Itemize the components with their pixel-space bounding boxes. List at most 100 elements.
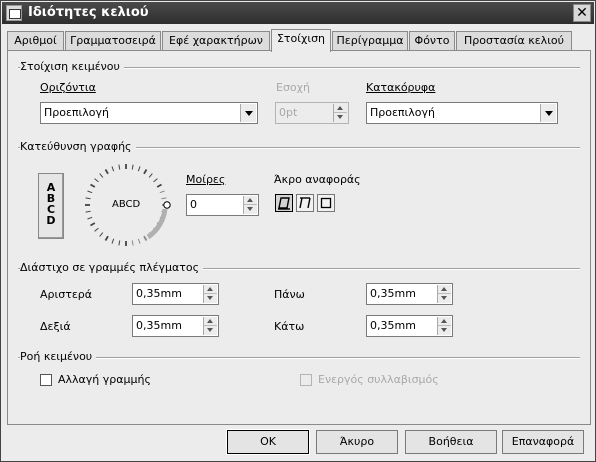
section-title-alignment: Στοίχιση κειμένου [20,60,124,73]
window-icon [6,5,22,21]
reference-edge-label: Άκρο αναφοράς [274,173,361,186]
stepper-down-icon[interactable] [438,326,451,335]
tab-background[interactable]: Φόντο [409,31,455,51]
reset-button[interactable]: Επαναφορά [502,430,584,454]
stepper-up-icon [334,104,347,113]
hyphenation-checkbox [300,374,312,386]
indent-value: 0pt [279,106,298,119]
top-spacing-field[interactable]: 0,35mm [366,283,453,305]
section-divider [18,357,580,359]
tab-bar: Αριθμοί Γραμματοσειρά Εφέ χαρακτήρων Στο… [7,29,591,52]
degrees-stepper[interactable] [243,196,257,214]
right-spacing-value: 0,35mm [136,319,182,332]
tab-alignment[interactable]: Στοίχιση [271,29,331,52]
degrees-label: Μοίρες [186,173,226,186]
dial-tick [131,164,134,170]
dial-tick [153,178,158,183]
stepper-up-icon[interactable] [204,317,217,326]
dial-tick [143,235,148,241]
stepper-down-icon[interactable] [438,294,451,303]
stepper-down-icon[interactable] [204,294,217,303]
right-spacing-stepper[interactable] [203,317,217,335]
vertical-stacked-toggle[interactable]: A B C D [38,173,64,239]
stepper-up-icon[interactable] [438,317,451,326]
horizontal-select-value: Προεπιλογή [44,106,109,119]
indent-label: Εσοχή [276,81,310,94]
stepper-up-icon[interactable] [204,285,217,294]
stepper-down-icon [334,113,347,122]
left-spacing-field[interactable]: 0,35mm [132,283,219,305]
right-spacing-field[interactable]: 0,35mm [132,315,219,337]
chevron-down-icon[interactable] [240,104,256,122]
dial-tick [137,166,141,172]
dial-tick [94,178,99,183]
top-spacing-label: Πάνω [274,288,305,301]
vertical-select-value: Προεπιλογή [370,106,435,119]
window-title: Ιδιότητες κελιού [28,5,149,20]
section-title-direction: Κατεύθυνση γραφής [20,140,136,153]
bottom-spacing-stepper[interactable] [437,317,451,335]
wrap-text-checkbox[interactable] [40,374,52,386]
bottom-edge-icon[interactable] [275,194,293,212]
help-button[interactable]: Βοήθεια [405,430,497,454]
dial-tick [87,190,93,194]
stepper-up-icon[interactable] [244,196,257,205]
bottom-spacing-value: 0,35mm [370,319,416,332]
dial-tick [161,197,167,200]
left-spacing-value: 0,35mm [136,287,182,300]
wrap-text-label: Αλλαγή γραμμής [58,373,151,386]
section-title-textflow: Ροή κειμένου [20,350,97,363]
dial-tick [99,173,104,178]
dial-tick [137,238,141,244]
stepper-up-icon[interactable] [438,285,451,294]
close-icon[interactable]: ✕ [573,4,591,22]
title-bar: Ιδιότητες κελιού ✕ [2,2,594,24]
bottom-spacing-label: Κάτω [274,320,305,333]
dial-text: ABCD [112,199,141,210]
bottom-spacing-field[interactable]: 0,35mm [366,315,453,337]
dial-tick [111,166,115,172]
cancel-button[interactable]: Άκυρο [316,430,398,454]
dial-tick [131,240,134,246]
dial-tick [85,210,91,213]
tab-font[interactable]: Γραμματοσειρά [65,31,161,51]
tab-font-effects[interactable]: Εφέ χαρακτήρων [162,31,270,51]
horizontal-label: Οριζόντια [40,81,96,94]
left-spacing-stepper[interactable] [203,285,217,303]
section-title-spacing: Διάστιχο σε γραμμές πλέγματος [20,261,204,274]
dial-tick [118,164,121,170]
top-edge-icon[interactable] [296,194,314,212]
top-spacing-stepper[interactable] [437,285,451,303]
dial-tick [87,216,93,220]
stepper-down-icon[interactable] [244,205,257,214]
stepper-down-icon[interactable] [204,326,217,335]
right-spacing-label: Δεξιά [40,320,71,333]
cell-properties-dialog: Ιδιότητες κελιού ✕ Αριθμοί Γραμματοσειρά… [0,0,596,462]
degrees-value: 0 [190,198,197,211]
ok-button[interactable]: OK [226,429,310,455]
tab-borders[interactable]: Περίγραμμα [332,31,408,51]
dial-shade [146,208,168,240]
degrees-field[interactable]: 0 [186,194,259,216]
tab-cell-protection[interactable]: Προστασία κελιού [456,31,572,51]
left-spacing-label: Αριστερά [40,288,93,301]
dial-tick [94,227,99,232]
cell-inside-icon[interactable] [317,194,335,212]
indent-stepper [333,104,347,122]
dial-tick [111,238,115,244]
horizontal-select[interactable]: Προεπιλογή [40,102,258,124]
tab-numbers[interactable]: Αριθμοί [7,31,64,51]
dial-tick [85,197,91,200]
chevron-down-icon[interactable] [540,104,556,122]
hyphenation-label: Ενεργός συλλαβισμός [318,373,439,386]
stacked-letter: D [46,214,56,227]
dial-tick [99,232,104,237]
vertical-select[interactable]: Προεπιλογή [366,102,558,124]
dial-tick [143,169,148,175]
indent-field: 0pt [275,102,349,124]
rotation-dial[interactable]: ABCD [78,159,174,255]
alignment-panel: Στοίχιση κειμένου Οριζόντια Προεπιλογή Ε… [7,50,591,425]
dial-tick [156,183,162,188]
vertical-label: Κατακόρυφα [366,81,436,94]
top-spacing-value: 0,35mm [370,287,416,300]
